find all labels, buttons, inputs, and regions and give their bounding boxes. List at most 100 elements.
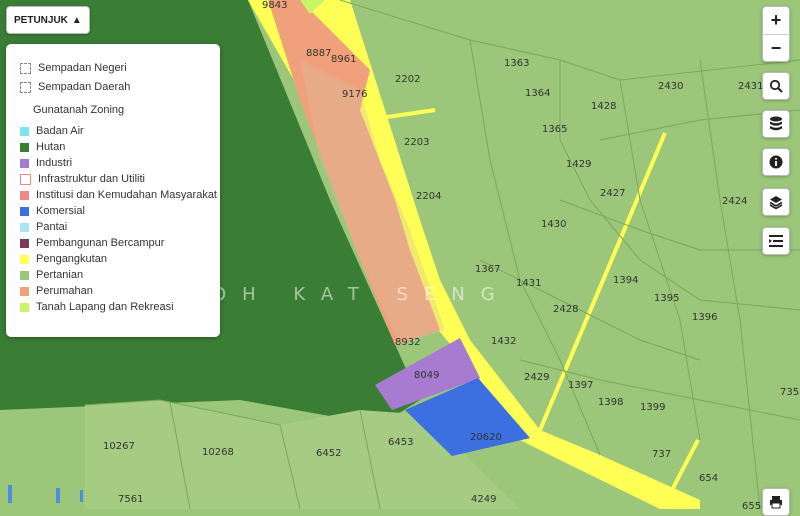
database-icon	[770, 116, 782, 131]
swatch-icon	[20, 126, 29, 136]
legend-label: Sempadan Negeri	[38, 62, 127, 74]
search-button[interactable]	[762, 72, 790, 100]
print-icon	[770, 496, 782, 509]
zoom-in-button[interactable]: +	[763, 7, 789, 34]
lot-label: 1365	[542, 124, 567, 135]
legend-label: Institusi dan Kemudahan Masyarakat	[36, 189, 217, 201]
legend-item: Institusi dan Kemudahan Masyarakat	[20, 189, 217, 201]
legend-item: Infrastruktur dan Utiliti	[20, 173, 145, 185]
lot-label: 1429	[566, 159, 591, 170]
legend-zoning-title: Gunatanah Zoning	[33, 104, 125, 116]
legend-item: Komersial	[20, 205, 85, 217]
lot-label: 735	[780, 387, 799, 398]
search-icon	[769, 79, 783, 93]
lot-label: 7561	[118, 494, 143, 505]
lot-label: 10268	[202, 447, 234, 458]
lot-label: 10267	[103, 441, 135, 452]
data-layers-button[interactable]	[762, 110, 790, 138]
legend-label: Hutan	[36, 141, 66, 153]
zoom-out-button[interactable]: −	[763, 34, 789, 62]
legend-item: Pantai	[20, 221, 67, 233]
swatch-icon	[20, 158, 29, 168]
lot-label: 1367	[475, 264, 500, 275]
lot-label: 1364	[525, 88, 550, 99]
swatch-icon	[20, 286, 29, 296]
legend-item: Badan Air	[20, 125, 84, 137]
layers-icon	[769, 196, 783, 209]
info-button[interactable]	[762, 148, 790, 176]
legend-label: Pengangkutan	[36, 253, 107, 265]
info-icon	[769, 155, 783, 169]
list-icon	[769, 235, 783, 247]
lot-label: 2429	[524, 372, 549, 383]
legend-label: Komersial	[36, 205, 85, 217]
legend-item: Pembangunan Bercampur	[20, 237, 164, 249]
legend-label: Pantai	[36, 221, 68, 233]
lot-label: 2203	[404, 137, 429, 148]
lot-label: 8961	[331, 54, 356, 65]
lot-label: 2431	[738, 81, 763, 92]
list-button[interactable]	[762, 227, 790, 255]
lot-label: 9176	[342, 89, 367, 100]
dashed-boundary-icon	[20, 62, 31, 74]
legend-toggle-button[interactable]: PETUNJUK ▲	[6, 6, 90, 34]
legend-label: Industri	[36, 157, 73, 169]
lot-label: 6452	[316, 448, 341, 459]
swatch-icon	[20, 206, 29, 216]
lot-label: 20620	[470, 432, 502, 443]
legend-label: Pembangunan Bercampur	[36, 237, 165, 249]
legend-label: Pertanian	[36, 269, 84, 281]
lot-label: 2202	[395, 74, 420, 85]
lot-label: 2428	[553, 304, 578, 315]
print-button[interactable]	[762, 488, 790, 516]
lot-label: 1395	[654, 293, 679, 304]
place-name-label: TOH KAT SENG	[184, 284, 511, 305]
legend-label: Tanah Lapang dan Rekreasi	[36, 301, 174, 313]
swatch-icon	[20, 142, 29, 152]
lot-label: 6453	[388, 437, 413, 448]
legend-label: Sempadan Daerah	[38, 81, 131, 93]
lot-label: 1398	[598, 397, 623, 408]
lot-label: 2430	[658, 81, 683, 92]
legend-boundary-state: Sempadan Negeri	[20, 62, 127, 74]
legend-item: Pengangkutan	[20, 253, 107, 265]
swatch-icon	[20, 270, 29, 280]
lot-label: 1397	[568, 380, 593, 391]
legend-label: Infrastruktur dan Utiliti	[38, 173, 145, 185]
swatch-icon	[20, 302, 29, 312]
legend-toggle-label: PETUNJUK	[14, 14, 68, 26]
lot-label: 1431	[516, 278, 541, 289]
swatch-icon	[20, 190, 29, 200]
lot-label: 2424	[722, 196, 747, 207]
lot-label: 9843	[262, 0, 287, 11]
lot-label: 655	[742, 501, 761, 509]
water-speck	[8, 485, 12, 503]
legend-item: Tanah Lapang dan Rekreasi	[20, 301, 174, 313]
lot-label: 8932	[395, 337, 420, 348]
legend-label: Badan Air	[36, 125, 84, 137]
swatch-icon	[20, 222, 29, 232]
legend-item: Hutan	[20, 141, 65, 153]
lot-label: 4249	[471, 494, 496, 505]
swatch-icon	[20, 254, 29, 264]
legend-item: Industri	[20, 157, 72, 169]
lot-label: 1396	[692, 312, 717, 323]
lot-label: 1363	[504, 58, 529, 69]
dashed-boundary-icon	[20, 81, 31, 93]
zoom-controls: + −	[762, 6, 790, 62]
layers-button[interactable]	[762, 188, 790, 216]
legend-panel: Sempadan Negeri Sempadan Daerah Gunatana…	[6, 44, 220, 337]
swatch-icon	[20, 238, 29, 248]
legend-boundary-district: Sempadan Daerah	[20, 81, 130, 93]
swatch-icon	[20, 173, 31, 185]
legend-item: Pertanian	[20, 269, 83, 281]
lot-label: 8887	[306, 48, 331, 59]
lot-label: 2427	[600, 188, 625, 199]
legend-label: Perumahan	[36, 285, 93, 297]
lot-label: 2204	[416, 191, 441, 202]
caret-up-icon: ▲	[71, 14, 82, 26]
water-speck	[80, 490, 83, 502]
lot-label: 1428	[591, 101, 616, 112]
lot-label: 1430	[541, 219, 566, 230]
lot-label: 8049	[414, 370, 439, 381]
